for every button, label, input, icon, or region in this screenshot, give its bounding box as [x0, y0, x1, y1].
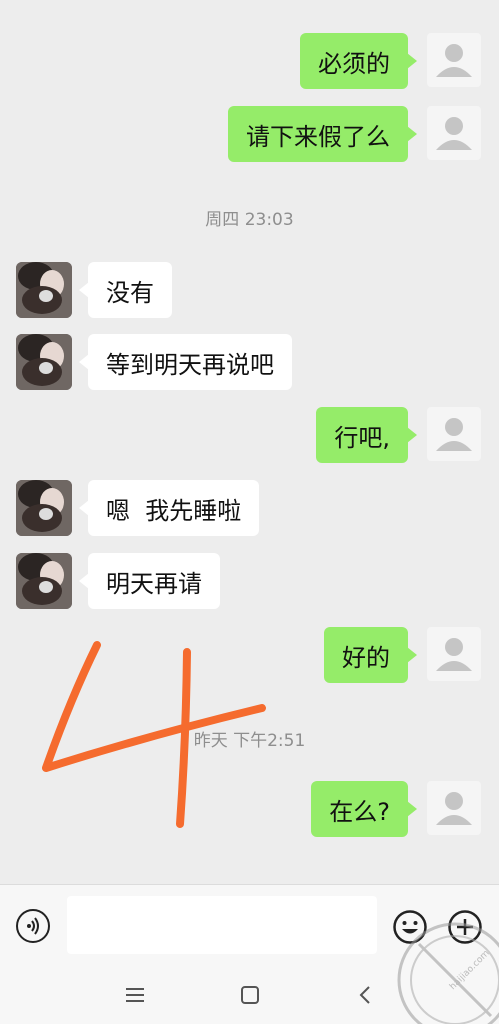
message-bubble-received[interactable]: 等到明天再说吧 [79, 334, 292, 390]
back-icon[interactable] [350, 980, 380, 1010]
message-bubble-sent[interactable]: 请下来假了么 [228, 106, 417, 162]
chat-area: 必须的 请下来假了么 周四 23:03 没有 等到明天再说吧 行吧, 嗯 我先睡… [0, 0, 499, 884]
time-separator: 昨天 下午2:51 [193, 731, 306, 751]
contact-avatar[interactable] [16, 262, 72, 318]
contact-avatar[interactable] [16, 334, 72, 390]
my-avatar[interactable] [427, 33, 481, 87]
message-bubble-received[interactable]: 明天再请 [79, 553, 220, 609]
voice-icon[interactable] [16, 909, 50, 943]
watermark-logo: haijiao.com [397, 922, 499, 1024]
contact-avatar[interactable] [16, 480, 72, 536]
message-bubble-sent[interactable]: 好的 [324, 627, 417, 683]
my-avatar[interactable] [427, 781, 481, 835]
contact-avatar[interactable] [16, 553, 72, 609]
message-bubble-sent[interactable]: 行吧, [316, 407, 417, 463]
message-bubble-received[interactable]: 嗯 我先睡啦 [78, 480, 260, 536]
message-text: 等到明天再说吧 [106, 350, 274, 379]
message-text: 嗯 我先睡啦 [106, 496, 242, 525]
message-text: 必须的 [318, 49, 390, 78]
my-avatar[interactable] [427, 627, 481, 681]
svg-text:haijiao.com: haijiao.com [448, 949, 492, 993]
message-bubble-sent[interactable]: 在么? [311, 781, 417, 837]
message-text: 行吧, [334, 423, 390, 452]
message-text: 明天再请 [106, 569, 202, 598]
message-text: 没有 [106, 278, 154, 307]
my-avatar[interactable] [427, 106, 481, 160]
time-separator: 周四 23:03 [205, 210, 294, 230]
message-input[interactable] [67, 896, 377, 954]
menu-icon[interactable] [120, 980, 150, 1010]
message-text: 请下来假了么 [246, 122, 390, 151]
message-bubble-sent[interactable]: 必须的 [300, 33, 417, 89]
home-icon[interactable] [235, 980, 265, 1010]
message-text: 好的 [342, 643, 390, 672]
my-avatar[interactable] [427, 407, 481, 461]
message-bubble-received[interactable]: 没有 [79, 262, 172, 318]
message-text: 在么? [329, 797, 390, 826]
